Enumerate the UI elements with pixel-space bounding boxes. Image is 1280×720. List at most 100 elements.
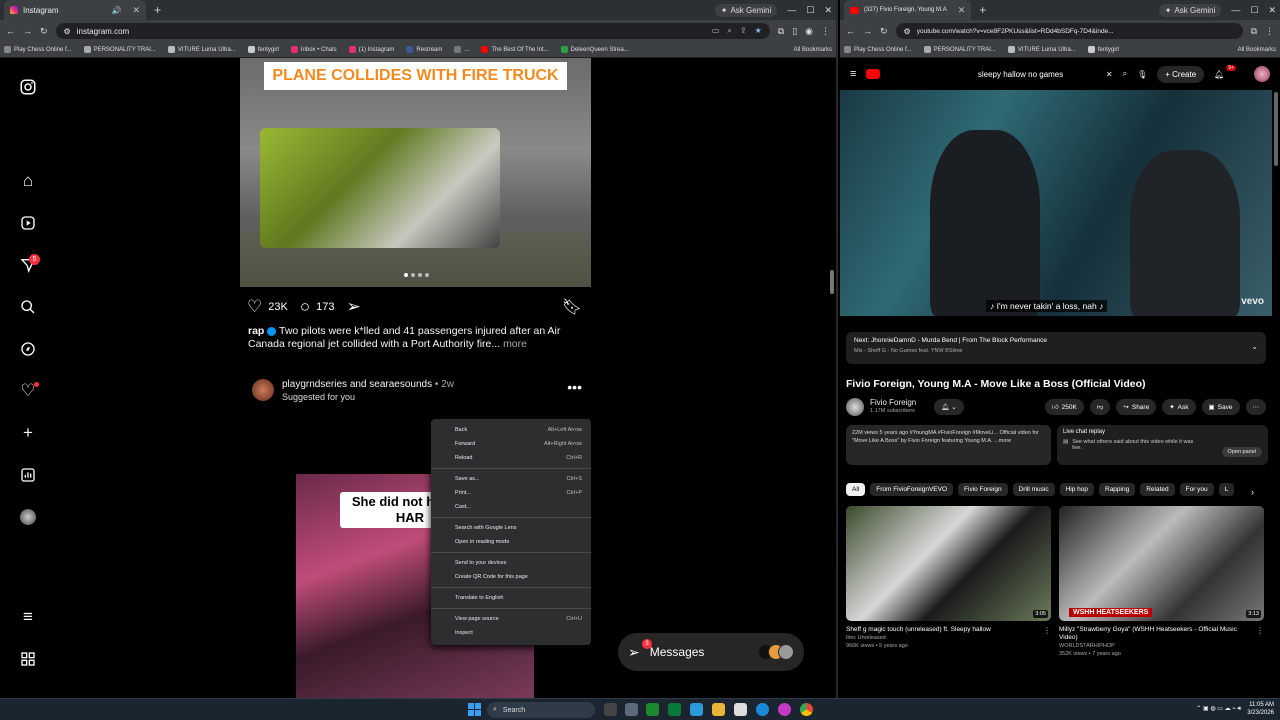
caption-more-link[interactable]: more [503, 338, 527, 350]
clear-search-icon[interactable]: ✕ [1106, 70, 1113, 79]
create-plus-icon[interactable]: + [17, 422, 39, 444]
chips-next-icon[interactable]: › [1251, 487, 1254, 497]
ask-gemini-button[interactable]: ✦ Ask Gemini [1158, 3, 1222, 17]
bookmark-item[interactable]: fentygirl [247, 46, 279, 53]
also-from-meta-icon[interactable] [17, 648, 39, 670]
filter-chip[interactable]: Rapping [1099, 482, 1136, 496]
url-field[interactable]: ⚙ instagram.com ▭ ⌕ ⇪ ★ [55, 23, 770, 39]
comment-icon[interactable]: ○ [300, 297, 310, 317]
cast-icon[interactable]: ▭ [712, 26, 720, 36]
chevron-down-icon[interactable]: ⌄ [1251, 342, 1258, 351]
new-tab-icon[interactable]: + [154, 3, 161, 17]
context-menu-item[interactable]: Save as... Ctrl+S [431, 472, 591, 486]
up-next-panel[interactable]: Next: JhonnieDamnD - Murda Bend | From T… [846, 332, 1266, 364]
home-icon[interactable]: ⌂ [17, 170, 39, 192]
reload-icon[interactable]: ↻ [880, 26, 888, 37]
channel-name[interactable]: Fivio Foreign [870, 398, 916, 407]
hamburger-menu-icon[interactable]: ≡ [850, 68, 856, 80]
profile-avatar[interactable] [17, 506, 39, 528]
post2-authors[interactable]: playgrndseries and searaesounds • 2w [282, 379, 454, 390]
forward-icon[interactable]: → [863, 26, 872, 36]
more-menu-icon[interactable]: ≡ [17, 606, 39, 628]
reels-icon[interactable] [17, 212, 39, 234]
filter-chip[interactable]: Drill music [1012, 482, 1055, 496]
close-tab-icon[interactable]: ✕ [133, 5, 141, 16]
profile-icon[interactable]: ◉ [805, 26, 813, 37]
site-info-icon[interactable]: ⚙ [904, 27, 911, 36]
scrollbar-thumb[interactable] [1274, 92, 1278, 166]
context-menu-item[interactable]: Inspect [431, 626, 591, 640]
bookmark-item[interactable]: Play Chess Online f... [4, 46, 72, 53]
app-icon[interactable] [734, 703, 747, 716]
app-icon[interactable] [690, 703, 703, 716]
extensions-icon[interactable]: ⧉ [778, 26, 784, 37]
back-icon[interactable]: ← [6, 26, 15, 36]
context-menu-item[interactable]: Print... Ctrl+P [431, 486, 591, 500]
bookmark-item[interactable]: (1) Instagram [348, 46, 394, 53]
bookmark-item[interactable]: Inbox • Chats [290, 46, 337, 53]
insights-icon[interactable] [17, 464, 39, 486]
maximize-icon[interactable]: ☐ [806, 5, 814, 16]
settings-icon[interactable] [625, 703, 638, 716]
voice-search-icon[interactable]: 🎙︎ [1137, 70, 1147, 79]
like-button[interactable]: 👍︎ 250K [1044, 399, 1084, 415]
channel-avatar[interactable] [846, 398, 864, 416]
url-field[interactable]: ⚙ youtube.com/watch?v=vce8F2PKUss&list=R… [895, 23, 1243, 39]
youtube-logo-icon[interactable] [866, 69, 881, 79]
bookmark-item[interactable]: Play Chess Online f... [844, 46, 912, 53]
back-icon[interactable]: ← [846, 26, 855, 36]
bookmark-item[interactable]: The Best Of The Int... [481, 46, 549, 53]
close-window-icon[interactable]: ✕ [824, 5, 832, 16]
context-menu-item[interactable]: Open in reading mode [431, 535, 591, 549]
context-menu-item[interactable]: View page source Ctrl+U [431, 612, 591, 626]
open-panel-button[interactable]: Open panel [1221, 447, 1262, 457]
account-avatar[interactable] [1254, 66, 1270, 82]
context-menu-item[interactable]: Cast... [431, 500, 591, 514]
search-icon[interactable] [17, 296, 39, 318]
bookmark-item[interactable]: ... [454, 46, 469, 53]
menu-icon[interactable]: ⋮ [821, 26, 830, 37]
zoom-icon[interactable]: ⌕ [727, 26, 731, 36]
caption-author[interactable]: rap [248, 325, 264, 337]
video-thumbnail[interactable]: WSHH HEATSEEKERS 3:13 [1059, 506, 1264, 621]
filter-chip[interactable]: Hip hop [1059, 482, 1094, 496]
tab-instagram[interactable]: Instagram 🔊 ✕ [4, 0, 147, 20]
post2-options-icon[interactable]: ••• [567, 379, 582, 395]
task-view-icon[interactable] [604, 703, 617, 716]
create-button[interactable]: + Create [1157, 65, 1205, 83]
more-actions-icon[interactable]: ⋯ [1245, 399, 1266, 415]
context-menu-item[interactable]: Reload Ctrl+R [431, 451, 591, 465]
messages-button[interactable]: ➢ 3 Messages [618, 633, 804, 671]
tray-icons[interactable]: ⌃ ▣ ◍ ▭ ☁ ⌁ 🔊︎ [1196, 705, 1241, 713]
notifications-bell-icon[interactable]: 🔔︎ [1214, 70, 1224, 79]
app-icon[interactable] [646, 703, 659, 716]
save-bookmark-icon[interactable]: 🔖︎ [562, 297, 582, 317]
search-icon[interactable]: ⌕ [1123, 69, 1127, 79]
reload-icon[interactable]: ↻ [40, 26, 48, 37]
bookmark-item[interactable]: VITURE Luma Ultra... [167, 46, 236, 53]
search-input[interactable]: sleepy hallow no games [978, 70, 1096, 79]
context-menu-item[interactable]: Send to your devices [431, 556, 591, 570]
sidebar-icon[interactable]: ▯ [792, 26, 797, 37]
tab-youtube[interactable]: (327) Fivio Foreign, Young M.A ✕ [844, 0, 972, 20]
taskbar-search[interactable]: ⌕ Search [487, 702, 595, 718]
video-card[interactable]: WSHH HEATSEEKERS 3:13 Millyz "Strawberry… [1059, 506, 1264, 658]
context-menu-item[interactable]: Back Alt+Left Arrow [431, 423, 591, 437]
card-menu-icon[interactable]: ⋮ [1043, 626, 1051, 635]
maximize-icon[interactable]: ☐ [1250, 5, 1258, 16]
app-icon[interactable] [668, 703, 681, 716]
filter-chip[interactable]: From FivioForeignVEVO [870, 482, 954, 496]
clock[interactable]: 11:05 AM 3/23/2026 [1247, 701, 1274, 717]
dislike-button[interactable]: 👎︎ [1089, 399, 1111, 415]
chrome-icon[interactable] [800, 703, 813, 716]
context-menu-item[interactable]: Translate to English [431, 591, 591, 605]
star-icon[interactable]: ★ [755, 26, 762, 36]
instagram-logo-icon[interactable] [17, 76, 39, 98]
video-thumbnail[interactable]: 3:05 [846, 506, 1051, 621]
bookmark-item[interactable]: fentygirl [1087, 46, 1119, 53]
context-menu-item[interactable]: Create QR Code for this page [431, 570, 591, 584]
bookmark-item[interactable]: PERSONALITY TRAI... [923, 46, 996, 53]
filter-chip[interactable]: L [1218, 482, 1235, 496]
card-menu-icon[interactable]: ⋮ [1256, 626, 1264, 635]
post2-avatar[interactable] [252, 379, 274, 401]
